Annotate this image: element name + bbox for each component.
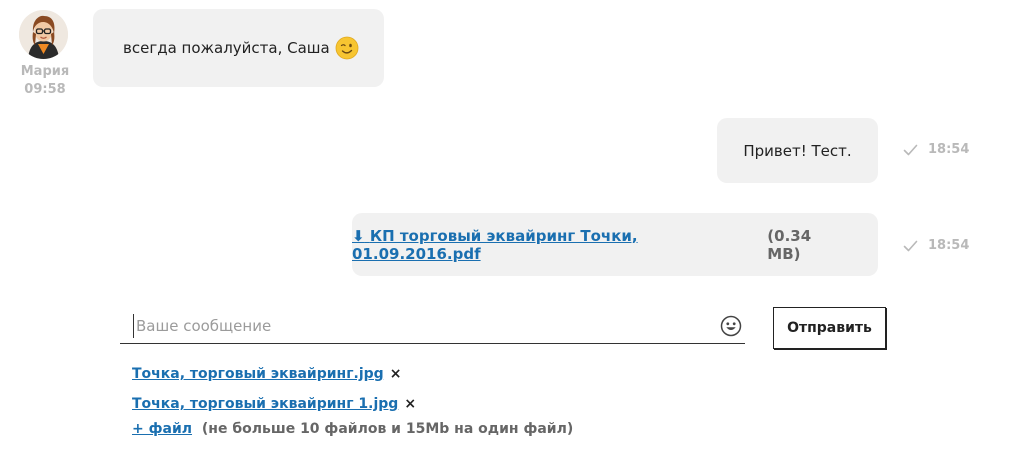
sender-name: Мария: [20, 64, 70, 79]
message-input[interactable]: [133, 314, 713, 338]
message-time: 09:58: [24, 82, 66, 97]
add-file-row: + файл (не больше 10 файлов и 15Mb на од…: [132, 421, 573, 437]
user-avatar-image: [19, 10, 68, 59]
file-name: КП торговый эквайринг Точки, 01.09.2016.…: [352, 226, 638, 263]
wink-emoji-icon: [335, 36, 359, 60]
message-time: 18:54: [928, 142, 970, 157]
file-download-link[interactable]: ⬇ КП торговый эквайринг Точки, 01.09.201…: [352, 227, 763, 263]
message-text: Привет! Тест.: [743, 141, 852, 160]
avatar: [19, 10, 68, 59]
add-file-link[interactable]: + файл: [132, 421, 192, 437]
file-size: (0.34 MB): [767, 226, 812, 263]
message-time: 18:54: [928, 238, 970, 253]
check-icon: [903, 144, 918, 155]
outgoing-file-bubble: ⬇ КП торговый эквайринг Точки, 01.09.201…: [352, 213, 878, 276]
message-text: всегда пожалуйста, Саша: [123, 39, 330, 57]
download-arrow-icon: ⬇: [352, 226, 365, 245]
attachment-link[interactable]: Точка, торговый эквайринг.jpg: [132, 366, 384, 382]
send-button[interactable]: Отправить: [773, 307, 886, 349]
message-status: 18:54: [903, 238, 969, 253]
outgoing-message-bubble: Привет! Тест.: [717, 118, 878, 183]
incoming-message-bubble: всегда пожалуйста, Саша: [93, 9, 384, 87]
remove-attachment-icon[interactable]: ×: [390, 366, 402, 382]
attachment-link[interactable]: Точка, торговый эквайринг 1.jpg: [132, 396, 398, 412]
file-limit-hint: (не больше 10 файлов и 15Mb на один файл…: [201, 421, 574, 437]
remove-attachment-icon[interactable]: ×: [404, 396, 416, 412]
message-composer: [120, 308, 745, 344]
attachment-item: Точка, торговый эквайринг 1.jpg ×: [132, 396, 416, 412]
message-status: 18:54: [903, 142, 969, 157]
check-icon: [903, 240, 918, 251]
attachment-item: Точка, торговый эквайринг.jpg ×: [132, 366, 401, 382]
smiley-icon[interactable]: [720, 315, 742, 337]
